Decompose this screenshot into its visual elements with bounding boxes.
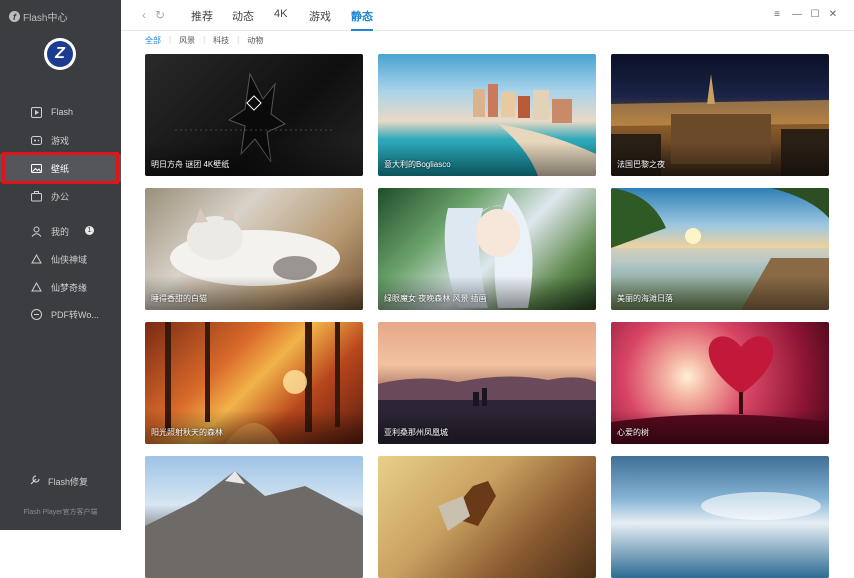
sidebar-item-xianmeng[interactable]: 仙梦奇缘 — [0, 273, 121, 301]
wallpaper-caption: 睡得香甜的白猫 — [151, 294, 207, 303]
sidebar-item-label: 我的 — [51, 226, 70, 237]
wallpaper-image — [701, 492, 821, 520]
back-arrow-icon[interactable]: ‹ — [137, 8, 151, 22]
user-icon — [31, 226, 42, 237]
gamepad-icon — [31, 135, 42, 146]
sidebar-item-flash[interactable]: Flash — [0, 98, 121, 126]
subcategory-tabs: 全部 | 风景 | 科技 | 动物 — [145, 35, 263, 46]
sidebar-item-label: 办公 — [51, 191, 70, 202]
wrench-icon — [29, 474, 41, 488]
wallpaper-caption: 心爱的树 — [617, 428, 649, 437]
tab-recommend[interactable]: 推荐 — [191, 8, 213, 24]
wallpaper-card[interactable]: 意大利的Bogliasco — [378, 54, 596, 176]
notification-badge: 1 — [85, 226, 94, 235]
brand: f Flash中心 — [9, 9, 67, 24]
pdf-icon — [31, 308, 42, 320]
wallpaper-card[interactable] — [378, 456, 596, 578]
wallpaper-card[interactable]: 美丽的海滩日落 — [611, 188, 829, 310]
divider: | — [203, 35, 206, 44]
wallpaper-caption: 美丽的海滩日落 — [617, 294, 673, 303]
flash-logo-icon: f — [9, 11, 20, 22]
refresh-icon[interactable]: ↻ — [153, 8, 167, 22]
wallpaper-caption: 意大利的Bogliasco — [384, 160, 451, 169]
briefcase-icon — [31, 190, 42, 202]
wallpaper-caption: 明日方舟 谜团 4K壁纸 — [151, 160, 230, 169]
wallpaper-caption: 阳光照射秋天的森林 — [151, 428, 223, 437]
divider: | — [237, 35, 240, 44]
wallpaper-image — [145, 471, 363, 578]
menu-icon[interactable]: ≡ — [771, 8, 783, 20]
wallpaper-card[interactable]: 心爱的树 — [611, 322, 829, 444]
flash-repair-label: Flash修复 — [48, 476, 89, 487]
sidebar-item-label: 仙梦奇缘 — [51, 282, 88, 293]
subtab-tech[interactable]: 科技 — [213, 35, 229, 46]
wallpaper-caption: 绿眼魔女 夜晚森林 风景 插画 — [384, 294, 487, 303]
close-icon[interactable]: ✕ — [827, 8, 839, 20]
wallpaper-card[interactable]: 亚利桑那州凤凰城 — [378, 322, 596, 444]
sidebar-item-label: PDF转Wo... — [51, 309, 99, 320]
divider: | — [169, 35, 172, 44]
wallpaper-card[interactable] — [145, 456, 363, 578]
subtab-animals[interactable]: 动物 — [247, 35, 263, 46]
wallpaper-image — [438, 481, 496, 531]
wallpaper-caption: 亚利桑那州凤凰城 — [384, 428, 448, 437]
tab-static[interactable]: 静态 — [351, 8, 373, 31]
sidebar-item-games[interactable]: 游戏 — [0, 126, 121, 154]
tab-games[interactable]: 游戏 — [309, 8, 331, 24]
avatar-logo-icon: Z — [47, 41, 73, 67]
wallpaper-card[interactable]: 明日方舟 谜团 4K壁纸 — [145, 54, 363, 176]
game-link-icon — [31, 281, 42, 293]
game-link-icon — [31, 253, 42, 265]
avatar[interactable]: Z — [44, 38, 76, 70]
selection-highlight — [2, 152, 119, 184]
sidebar-item-pdf[interactable]: PDF转Wo... — [0, 300, 121, 328]
brand-label: Flash中心 — [23, 13, 68, 24]
tab-dynamic[interactable]: 动态 — [232, 8, 254, 24]
footer-text: Flash Player官方客户端 — [23, 509, 98, 516]
wallpaper-card[interactable] — [611, 456, 829, 578]
wallpaper-card[interactable]: 睡得香甜的白猫 — [145, 188, 363, 310]
flash-repair-button[interactable]: Flash修复 — [0, 470, 121, 492]
sidebar: f Flash中心 Z Flash 游戏 壁纸 办公 我的 1 仙侠神域 仙梦奇… — [0, 0, 121, 530]
sidebar-item-label: 仙侠神域 — [51, 254, 88, 265]
play-icon — [31, 106, 42, 118]
sidebar-item-label: 游戏 — [51, 135, 70, 146]
subtab-scenery[interactable]: 风景 — [179, 35, 195, 46]
sidebar-item-office[interactable]: 办公 — [0, 182, 121, 210]
wallpaper-card[interactable]: 法国巴黎之夜 — [611, 54, 829, 176]
subtab-all[interactable]: 全部 — [145, 35, 161, 46]
sidebar-item-xianxia[interactable]: 仙侠神域 — [0, 245, 121, 273]
minimize-icon[interactable]: — — [791, 8, 803, 20]
wallpaper-caption: 法国巴黎之夜 — [617, 160, 665, 169]
wallpaper-card[interactable]: 绿眼魔女 夜晚森林 风景 插画 — [378, 188, 596, 310]
top-bar: ‹ ↻ 推荐 动态 4K 游戏 静态 ≡ — ☐ ✕ — [121, 0, 854, 31]
sidebar-item-mine[interactable]: 我的 1 — [0, 217, 121, 245]
sidebar-item-label: Flash — [51, 107, 74, 117]
wallpaper-card[interactable]: 阳光照射秋天的森林 — [145, 322, 363, 444]
maximize-icon[interactable]: ☐ — [809, 8, 821, 20]
tab-4k[interactable]: 4K — [274, 8, 287, 20]
